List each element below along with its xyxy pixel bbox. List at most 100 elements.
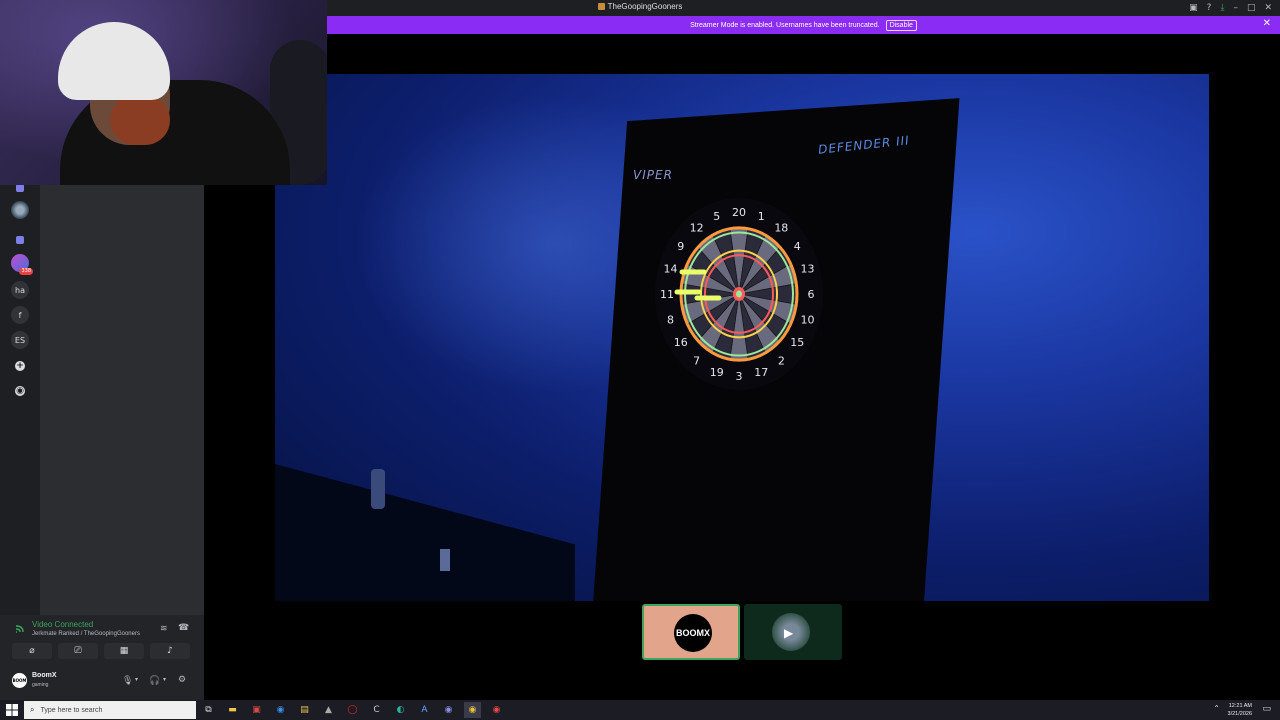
dartboard-number: 19 <box>710 366 724 379</box>
app-icon-a[interactable]: A <box>416 702 433 718</box>
activities-button[interactable]: ▦ <box>104 643 144 659</box>
dartboard-number: 15 <box>790 336 804 349</box>
task-view-icon[interactable]: ⧉ <box>200 702 217 718</box>
title-bar-controls: ▣ ? ⤓ – □ ✕ <box>1189 2 1272 14</box>
soundboard-icon: ♪ <box>167 646 173 656</box>
webcam-overlay <box>0 0 327 185</box>
dartboard-number: 5 <box>713 210 720 223</box>
server-item-es[interactable]: ES <box>11 331 29 349</box>
video-off-button[interactable]: ⌀ <box>12 643 52 659</box>
channel-sidebar <box>40 185 204 615</box>
microphone-icon[interactable]: 🎙 <box>122 676 133 686</box>
dartboard-number: 2 <box>778 354 785 367</box>
dartboard-number: 8 <box>667 313 674 326</box>
edge-icon[interactable]: ◐ <box>392 702 409 718</box>
dartboard-number: 14 <box>664 263 678 276</box>
stream-shadow <box>275 464 575 601</box>
signal-icon[interactable] <box>15 624 25 633</box>
maximize-icon[interactable]: □ <box>1247 2 1256 14</box>
server-folder-icon[interactable]: 338 <box>11 254 33 275</box>
banner-close-icon[interactable]: ✕ <box>1263 18 1271 29</box>
stream-video[interactable]: VIPER DEFENDER III 20 1 18 4 13 6 10 15 2 17 3 19 7 1… <box>275 74 1209 601</box>
dartboard-number: 13 <box>800 263 814 276</box>
app-icon-folder[interactable]: ▤ <box>296 702 313 718</box>
dartboard-number: 17 <box>754 366 768 379</box>
plus-icon: + <box>15 361 25 371</box>
server-icon <box>597 3 605 10</box>
banner-message: Streamer Mode is enabled. Usernames have… <box>690 21 880 29</box>
disconnect-icon[interactable]: ☎ <box>178 623 189 633</box>
server-item-f[interactable]: f <box>11 306 29 324</box>
compass-icon: ◉ <box>15 386 25 396</box>
search-placeholder: Type here to search <box>40 706 103 714</box>
clock[interactable]: 12:21 AM 3/21/2026 <box>1228 702 1252 718</box>
stream-cup <box>440 549 450 571</box>
minimize-icon[interactable]: – <box>1233 2 1238 14</box>
notification-icon[interactable]: ▭ <box>1262 704 1271 714</box>
screen-share-button[interactable]: ⎚ <box>58 643 98 659</box>
close-window-icon[interactable]: ✕ <box>1264 2 1272 14</box>
search-icon: ⌕ <box>30 705 35 714</box>
discord-icon[interactable]: ◉ <box>440 702 457 718</box>
dartboard-number: 7 <box>693 354 700 367</box>
taskbar-apps: ⧉ ▬ ▣ ◉ ▤ ▲ ◯ C ◐ A ◉ ◉ ◉ <box>200 702 505 718</box>
grid-icon: ▦ <box>119 646 129 656</box>
video-camera-icon: ▶ <box>784 626 794 640</box>
chevron-down-icon[interactable]: ▾ <box>163 676 166 683</box>
dartboard-number: 10 <box>800 313 814 326</box>
dartboard-bull <box>736 290 742 298</box>
app-icon-c[interactable]: C <box>368 702 385 718</box>
taskbar-search[interactable]: ⌕ Type here to search <box>24 701 196 719</box>
taskbar: ⌕ Type here to search ⧉ ▬ ▣ ◉ ▤ ▲ ◯ C ◐ … <box>0 700 1280 720</box>
participant-avatar: BOOMX <box>674 614 712 652</box>
disable-streamer-mode-button[interactable]: Disable <box>885 19 917 31</box>
file-explorer-icon[interactable]: ▬ <box>224 702 241 718</box>
chevron-up-icon[interactable]: ⌃ <box>1213 704 1220 713</box>
camera-off-icon: ⌀ <box>29 646 35 656</box>
voice-channel-name[interactable]: Jerkmate Ranked / TheGoopingGooners <box>32 631 140 637</box>
discover-button[interactable]: ◉ <box>11 382 29 400</box>
app-icon-round[interactable]: ◉ <box>488 702 505 718</box>
chrome-icon[interactable]: ◉ <box>464 702 481 718</box>
server-icon-avatar[interactable] <box>11 201 29 219</box>
app-icon-blue[interactable]: ◉ <box>272 702 289 718</box>
inbox-icon[interactable]: ▣ <box>1189 2 1198 14</box>
noise-suppression-icon[interactable]: ≋ <box>160 624 168 634</box>
app-icon-red[interactable]: ▣ <box>248 702 265 718</box>
webcam-person-beard <box>110 95 170 145</box>
windows-start-icon[interactable] <box>6 704 18 716</box>
avatar[interactable]: BOOM <box>12 673 27 688</box>
dartboard-number: 18 <box>774 222 788 235</box>
server-unread-pill <box>16 236 24 244</box>
gear-icon[interactable]: ⚙ <box>178 675 186 685</box>
dartboard-number: 12 <box>690 222 704 235</box>
server-item-ha[interactable]: ha <box>11 281 29 299</box>
dartboard-number: 1 <box>758 210 765 223</box>
server-unread-pill <box>16 184 24 192</box>
participant-tile-active[interactable]: BOOMX <box>642 604 740 660</box>
dartboard-number: 16 <box>674 336 688 349</box>
chevron-down-icon[interactable]: ▾ <box>135 676 138 683</box>
dartboard-number: 20 <box>732 206 746 219</box>
screen-share-icon: ⎚ <box>74 646 82 656</box>
app-icon-grey[interactable]: ▲ <box>320 702 337 718</box>
opera-icon[interactable]: ◯ <box>344 702 361 718</box>
help-icon[interactable]: ? <box>1207 2 1212 14</box>
soundboard-button[interactable]: ♪ <box>150 643 190 659</box>
dartboard-number: 6 <box>808 288 815 301</box>
app-root: TheGoopingGooners ▣ ? ⤓ – □ ✕ Streamer M… <box>0 0 1280 720</box>
user-status[interactable]: gaming <box>32 682 48 688</box>
add-server-button[interactable]: + <box>11 357 29 375</box>
clock-date: 3/21/2026 <box>1227 711 1252 717</box>
dartboard: 20 1 18 4 13 6 10 15 2 17 3 19 7 168 11 14 9 12 5 <box>655 198 823 390</box>
headphones-icon[interactable]: 🎧 <box>149 676 160 686</box>
streamer-mode-banner: Streamer Mode is enabled. Usernames have… <box>327 16 1280 34</box>
voice-status[interactable]: Video Connected <box>32 620 93 629</box>
participant-tile-camera[interactable]: ▶ <box>744 604 842 660</box>
board-brand-label: VIPER <box>633 168 673 182</box>
dartboard-number: 9 <box>677 240 684 253</box>
download-icon[interactable]: ⤓ <box>1220 2 1224 14</box>
username[interactable]: BoomX <box>32 672 57 679</box>
mention-badge: 338 <box>19 268 33 275</box>
dartboard-number: 3 <box>736 370 743 383</box>
